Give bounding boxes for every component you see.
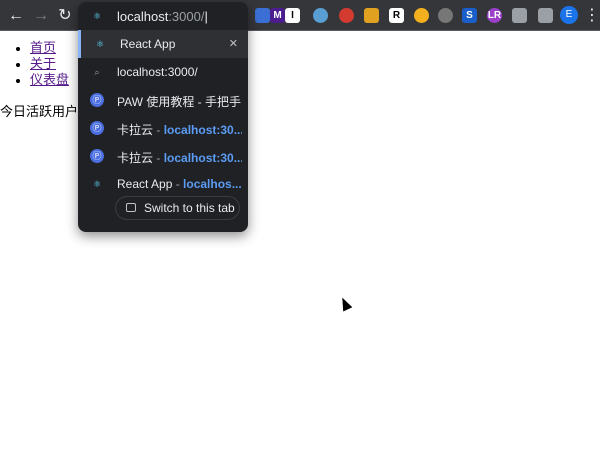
react-icon: ⚛ [92, 179, 102, 189]
suggestion-text: PAW 使用教程 - 手把手... [117, 93, 242, 110]
suggestion-item[interactable]: ⌕ localhost:3000/ [78, 58, 248, 86]
extension-icon[interactable] [255, 8, 270, 23]
paw-icon: Ⓟ [90, 149, 104, 163]
suggestion-title: localhost:3000/ [117, 65, 198, 79]
suggestion-item[interactable]: Ⓟ PAW 使用教程 - 手把手... [78, 86, 248, 114]
remove-suggestion-icon[interactable]: ✕ [229, 37, 238, 50]
separator: - [153, 151, 164, 165]
suggestion-title: PAW 使用教程 - 手把手... [117, 95, 242, 109]
nav-link-home[interactable]: 首页 [30, 41, 56, 56]
suggestion-text: localhost:3000/ [117, 65, 242, 79]
suggestion-text: React App [120, 37, 245, 51]
suggestion-title: React App [120, 37, 176, 51]
react-icon: ⚛ [95, 39, 105, 49]
paw-icon: Ⓟ [90, 121, 104, 135]
nav-link-about[interactable]: 关于 [30, 57, 56, 72]
profile-avatar[interactable]: E [560, 6, 578, 24]
suggestion-item[interactable]: Ⓟ 卡拉云 - localhost:30... [78, 142, 248, 170]
suggestion-text: 卡拉云 - localhost:30... [117, 149, 242, 166]
separator: - [153, 123, 164, 137]
suggestion-text: 卡拉云 - localhost:30... [117, 121, 242, 138]
react-icon: ⚛ [92, 11, 102, 21]
reload-button[interactable]: ↻ [55, 6, 75, 26]
suggestion-item[interactable]: ⚛ React App ✕ [78, 30, 248, 58]
extension-icon[interactable]: I [285, 8, 300, 23]
extension-icon[interactable] [339, 8, 354, 23]
switch-to-tab-button[interactable]: Switch to this tab [115, 196, 240, 220]
extension-icon[interactable] [438, 8, 453, 23]
separator: - [172, 177, 184, 191]
extension-icon[interactable] [364, 8, 379, 23]
omnibox-dropdown: ⚛ localhost:3000/| ⚛ React App ✕ ⌕ localhost… [78, 2, 248, 232]
nav-link-dashboard[interactable]: 仪表盘 [30, 73, 69, 88]
suggestion-url: localhost:30... [163, 123, 242, 137]
forward-button[interactable]: → [31, 6, 51, 26]
extension-icon[interactable] [512, 8, 527, 23]
extension-icon[interactable]: R [389, 8, 404, 23]
omnibox-typed: localhost [117, 9, 169, 24]
suggestion-item[interactable]: Ⓟ 卡拉云 - localhost:30... [78, 114, 248, 142]
tab-icon [126, 203, 136, 212]
suggestion-url: localhost:30... [163, 151, 242, 165]
extension-icon[interactable]: S [462, 8, 477, 23]
suggestion-title: 卡拉云 [117, 151, 154, 165]
extension-icon[interactable] [538, 8, 553, 23]
switch-tab-label: Switch to this tab [144, 201, 235, 215]
mouse-cursor-icon [337, 295, 353, 312]
suggestion-url: localhos... [183, 177, 242, 191]
search-icon: ⌕ [94, 67, 100, 77]
extension-icon[interactable] [414, 8, 429, 23]
suggestion-text: React App - localhos... [117, 177, 242, 191]
paw-icon: Ⓟ [90, 93, 104, 107]
extension-icon[interactable] [313, 8, 328, 23]
active-users-label: 今日活跃用户: [0, 105, 83, 120]
menu-button[interactable]: ⋮ [584, 6, 600, 26]
back-button[interactable]: ← [6, 6, 26, 26]
suggestion-title: React App [117, 177, 173, 191]
omnibox-input[interactable]: ⚛ localhost:3000/| [78, 2, 248, 30]
extension-icon[interactable]: LR [487, 8, 502, 23]
omnibox-completion: :3000/ [168, 9, 205, 24]
suggestion-item[interactable]: ⚛ React App - localhos... [78, 170, 248, 198]
extension-icon[interactable]: M [270, 8, 285, 23]
suggestion-title: 卡拉云 [117, 123, 154, 137]
